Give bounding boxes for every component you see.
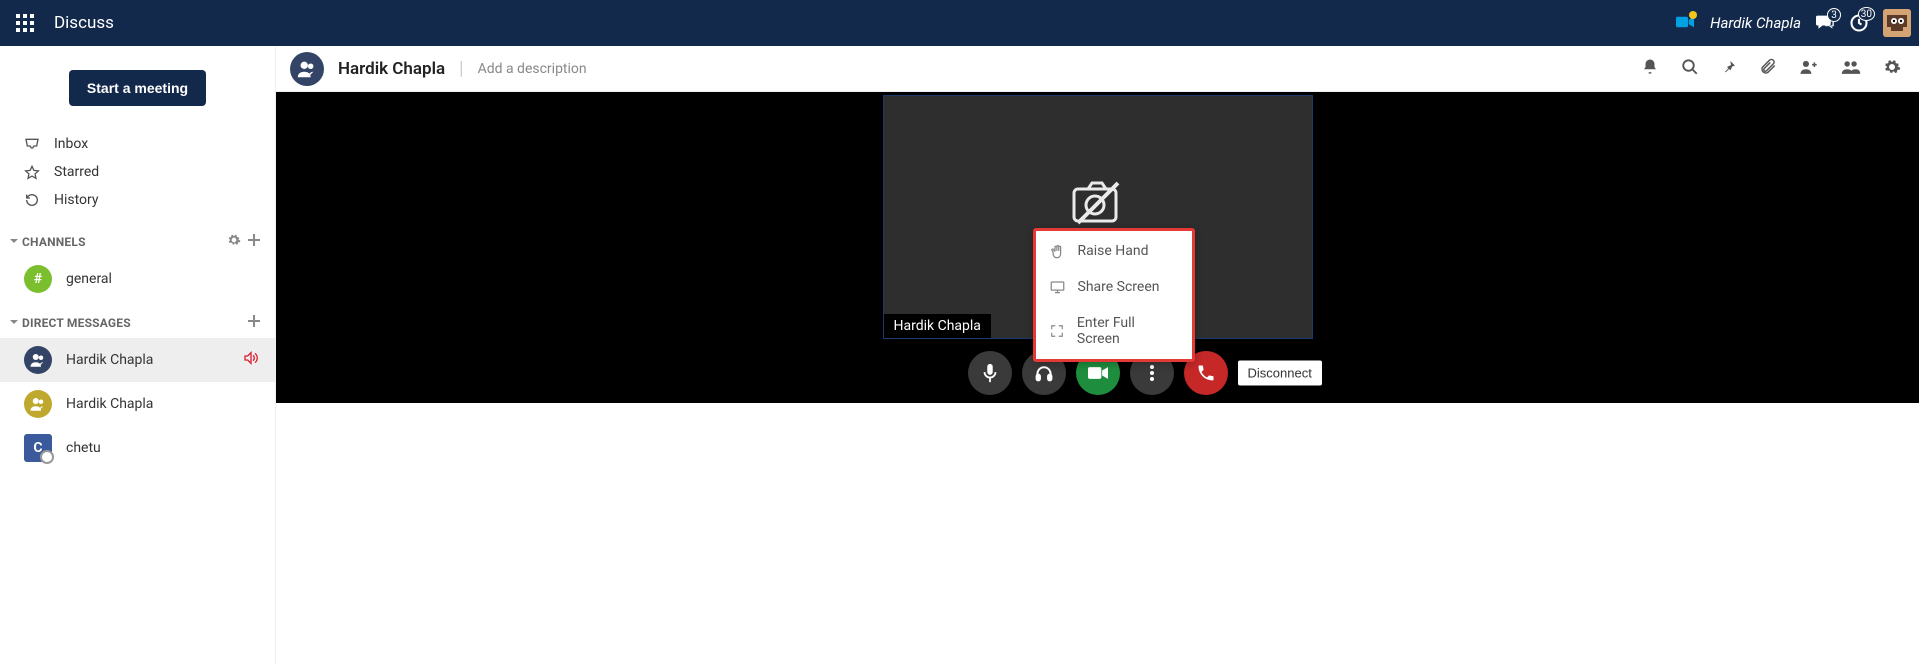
monitor-icon [1050, 280, 1066, 294]
history-icon [24, 192, 40, 208]
activity-icon[interactable]: 30 [1849, 13, 1869, 33]
search-icon[interactable] [1677, 54, 1703, 84]
apps-icon[interactable] [16, 14, 34, 32]
channels-header[interactable]: CHANNELS [0, 220, 275, 257]
dm-item-3[interactable]: C chetu [0, 426, 275, 470]
video-context-menu: Raise Hand Share Screen Enter Full Scree… [1033, 228, 1195, 362]
fullscreen-icon [1050, 324, 1065, 338]
chat-title: Hardik Chapla [338, 59, 445, 79]
user-avatar-letter: C [24, 434, 52, 462]
user-avatar-icon [24, 390, 52, 418]
avatar[interactable] [1883, 9, 1911, 37]
history-label: History [54, 192, 99, 208]
sidebar-item-inbox[interactable]: Inbox [24, 130, 275, 158]
menu-share-screen-label: Share Screen [1078, 279, 1160, 295]
menu-raise-hand[interactable]: Raise Hand [1036, 233, 1192, 269]
dm-item-2-label: Hardik Chapla [66, 396, 153, 412]
dm-item-3-label: chetu [66, 440, 101, 456]
video-area: Hardik Chapla Raise Hand Share Screen En… [276, 92, 1919, 403]
volume-icon [243, 351, 259, 369]
inbox-label: Inbox [54, 136, 88, 152]
divider: | [459, 58, 463, 79]
dm-label: DIRECT MESSAGES [22, 316, 247, 330]
bell-icon[interactable] [1637, 54, 1663, 84]
gear-icon[interactable] [1879, 54, 1905, 84]
username-label: Hardik Chapla [1710, 14, 1801, 32]
dm-item-1-label: Hardik Chapla [66, 352, 153, 368]
members-icon[interactable] [1837, 54, 1865, 84]
add-description-link[interactable]: Add a description [478, 61, 587, 77]
mute-button[interactable] [968, 351, 1012, 395]
chat-avatar-icon [290, 52, 324, 86]
channels-label: CHANNELS [22, 235, 227, 249]
hash-icon: # [24, 265, 52, 293]
sidebar-item-starred[interactable]: Starred [24, 158, 275, 186]
chevron-down-icon [8, 313, 22, 332]
menu-fullscreen-label: Enter Full Screen [1077, 315, 1178, 347]
dm-item-1[interactable]: Hardik Chapla [0, 338, 275, 382]
chat-body [276, 403, 1919, 664]
chevron-down-icon [8, 232, 22, 251]
plus-icon[interactable] [247, 232, 261, 251]
chat-header: Hardik Chapla | Add a description [276, 46, 1919, 92]
menu-fullscreen[interactable]: Enter Full Screen [1036, 305, 1192, 357]
sidebar: Start a meeting Inbox Starred History CH… [0, 46, 276, 664]
activity-badge: 30 [1858, 7, 1875, 21]
camera-off-icon [1068, 177, 1128, 233]
starred-label: Starred [54, 164, 99, 180]
menu-share-screen[interactable]: Share Screen [1036, 269, 1192, 305]
video-status-icon[interactable] [1676, 14, 1694, 33]
inbox-icon [24, 137, 40, 151]
app-title: Discuss [54, 13, 114, 33]
gear-icon[interactable] [227, 232, 241, 251]
tile-name-label: Hardik Chapla [884, 314, 991, 338]
dm-header[interactable]: DIRECT MESSAGES [0, 301, 275, 338]
channel-general-label: general [66, 271, 112, 287]
start-meeting-button[interactable]: Start a meeting [69, 70, 206, 106]
star-icon [24, 165, 40, 180]
dm-item-2[interactable]: Hardik Chapla [0, 382, 275, 426]
menu-raise-hand-label: Raise Hand [1078, 243, 1149, 259]
attachment-icon[interactable] [1755, 54, 1781, 84]
chat-badge: 3 [1827, 8, 1841, 22]
user-avatar-icon [24, 346, 52, 374]
pin-icon[interactable] [1717, 54, 1741, 84]
add-user-icon[interactable] [1795, 54, 1823, 84]
disconnect-tooltip: Disconnect [1238, 361, 1322, 386]
sidebar-item-history[interactable]: History [24, 186, 275, 214]
plus-icon[interactable] [247, 313, 261, 332]
chat-icon[interactable]: 3 [1815, 14, 1835, 32]
hand-icon [1050, 244, 1066, 259]
channel-general[interactable]: # general [0, 257, 275, 301]
